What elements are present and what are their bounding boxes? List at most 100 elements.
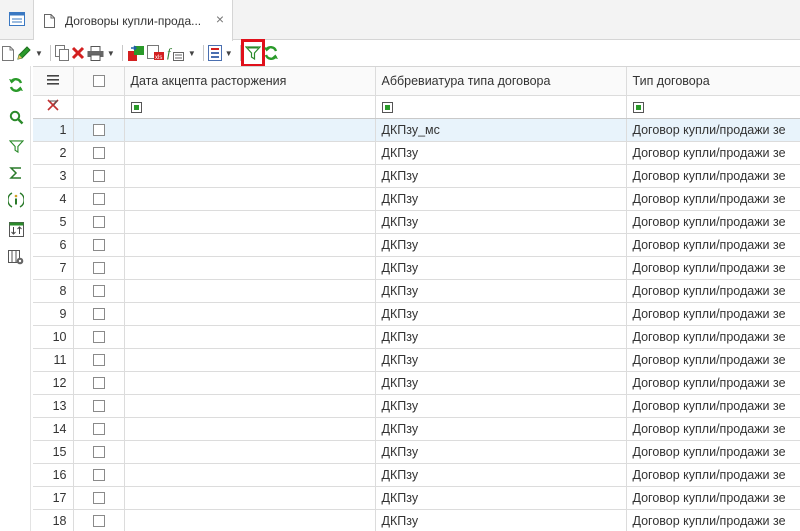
table-row[interactable]: 3 ДКПзу Договор купли/продажи зе xyxy=(33,164,800,188)
row-checkbox[interactable] xyxy=(92,354,105,367)
table-row[interactable]: 1 ДКПзу_мс Договор купли/продажи зе xyxy=(33,118,800,142)
cell-abbr[interactable]: ДКПзу xyxy=(375,210,627,234)
table-row[interactable]: 10 ДКПзу Договор купли/продажи зе xyxy=(33,325,800,349)
cell-abbr[interactable]: ДКПзу xyxy=(375,256,627,280)
table-row[interactable]: 17 ДКПзу Договор купли/продажи зе xyxy=(33,486,800,510)
table-row[interactable]: 18 ДКПзу Договор купли/продажи зе xyxy=(33,509,800,531)
cell-type[interactable]: Договор купли/продажи зе xyxy=(626,302,800,326)
tab-close-icon[interactable]: × xyxy=(216,12,224,26)
row-checkbox[interactable] xyxy=(92,193,105,206)
table-row[interactable]: 11 ДКПзу Договор купли/продажи зе xyxy=(33,348,800,372)
table-row[interactable]: 12 ДКПзу Договор купли/продажи зе xyxy=(33,371,800,395)
column-header-date[interactable]: Дата акцепта расторжения xyxy=(124,67,376,96)
filter-mode-icon[interactable] xyxy=(381,101,393,113)
cell-date[interactable] xyxy=(124,210,376,234)
column-settings-icon[interactable] xyxy=(7,248,25,266)
copy-icon[interactable] xyxy=(54,43,69,63)
refresh-icon[interactable] xyxy=(263,43,279,63)
row-checkbox[interactable] xyxy=(92,170,105,183)
cell-abbr[interactable]: ДКПзу_мс xyxy=(375,118,627,142)
cell-date[interactable] xyxy=(124,440,376,464)
cell-date[interactable] xyxy=(124,233,376,257)
cell-type[interactable]: Договор купли/продажи зе xyxy=(626,141,800,165)
cell-abbr[interactable]: ДКПзу xyxy=(375,509,627,531)
cell-date[interactable] xyxy=(124,279,376,303)
cell-abbr[interactable]: ДКПзу xyxy=(375,302,627,326)
row-checkbox[interactable] xyxy=(92,331,105,344)
row-checkbox[interactable] xyxy=(92,262,105,275)
filter-cell-date[interactable] xyxy=(124,95,376,119)
row-checkbox[interactable] xyxy=(92,400,105,413)
row-checkbox[interactable] xyxy=(92,446,105,459)
table-row[interactable]: 8 ДКПзу Договор купли/продажи зе xyxy=(33,279,800,303)
grid-menu-button[interactable] xyxy=(33,67,74,96)
cell-type[interactable]: Договор купли/продажи зе xyxy=(626,463,800,487)
cell-date[interactable] xyxy=(124,463,376,487)
table-row[interactable]: 5 ДКПзу Договор купли/продажи зе xyxy=(33,210,800,234)
cell-type[interactable]: Договор купли/продажи зе xyxy=(626,486,800,510)
cell-type[interactable]: Договор купли/продажи зе xyxy=(626,210,800,234)
info-icon[interactable] xyxy=(7,191,25,209)
cell-abbr[interactable]: ДКПзу xyxy=(375,141,627,165)
sort-icon[interactable] xyxy=(7,220,25,238)
cell-date[interactable] xyxy=(124,141,376,165)
cell-type[interactable]: Договор купли/продажи зе xyxy=(626,371,800,395)
formula-icon[interactable]: f xyxy=(167,43,185,63)
table-row[interactable]: 2 ДКПзу Договор купли/продажи зе xyxy=(33,141,800,165)
filter-cell-abbr[interactable] xyxy=(375,95,627,119)
table-row[interactable]: 16 ДКПзу Договор купли/продажи зе xyxy=(33,463,800,487)
cell-date[interactable] xyxy=(124,302,376,326)
table-row[interactable]: 14 ДКПзу Договор купли/продажи зе xyxy=(33,417,800,441)
new-document-icon[interactable] xyxy=(2,43,14,63)
row-checkbox[interactable] xyxy=(92,423,105,436)
row-checkbox[interactable] xyxy=(92,492,105,505)
home-button[interactable] xyxy=(0,0,34,40)
clear-filter-button[interactable] xyxy=(33,95,74,119)
table-row[interactable]: 13 ДКПзу Договор купли/продажи зе xyxy=(33,394,800,418)
tab-contracts[interactable]: Договоры купли-прода... × xyxy=(34,0,233,41)
column-header-type[interactable]: Тип договора xyxy=(626,67,800,96)
cell-abbr[interactable]: ДКПзу xyxy=(375,371,627,395)
row-checkbox[interactable] xyxy=(92,308,105,321)
row-checkbox[interactable] xyxy=(92,124,105,137)
cell-date[interactable] xyxy=(124,417,376,441)
cell-type[interactable]: Договор купли/продажи зе xyxy=(626,164,800,188)
cell-type[interactable]: Договор купли/продажи зе xyxy=(626,417,800,441)
cell-abbr[interactable]: ДКПзу xyxy=(375,394,627,418)
filter-mode-icon[interactable] xyxy=(130,101,142,113)
row-checkbox[interactable] xyxy=(92,285,105,298)
cell-abbr[interactable]: ДКПзу xyxy=(375,164,627,188)
table-row[interactable]: 9 ДКПзу Договор купли/продажи зе xyxy=(33,302,800,326)
export-icon[interactable] xyxy=(127,43,145,63)
table-row[interactable]: 7 ДКПзу Договор купли/продажи зе xyxy=(33,256,800,280)
cell-abbr[interactable]: ДКПзу xyxy=(375,348,627,372)
cell-abbr[interactable]: ДКПзу xyxy=(375,440,627,464)
row-checkbox[interactable] xyxy=(92,147,105,160)
cell-type[interactable]: Договор купли/продажи зе xyxy=(626,394,800,418)
cell-abbr[interactable]: ДКПзу xyxy=(375,463,627,487)
search-icon[interactable] xyxy=(7,108,25,126)
delete-icon[interactable] xyxy=(71,43,85,63)
filter-cell-type[interactable] xyxy=(626,95,800,119)
cell-type[interactable]: Договор купли/продажи зе xyxy=(626,509,800,531)
print-dropdown-caret-icon[interactable]: ▼ xyxy=(107,49,115,58)
cell-date[interactable] xyxy=(124,394,376,418)
cell-date[interactable] xyxy=(124,371,376,395)
cell-type[interactable]: Договор купли/продажи зе xyxy=(626,233,800,257)
cell-abbr[interactable]: ДКПзу xyxy=(375,233,627,257)
cell-type[interactable]: Договор купли/продажи зе xyxy=(626,118,800,142)
cell-type[interactable]: Договор купли/продажи зе xyxy=(626,279,800,303)
import-icon[interactable]: xls xyxy=(146,43,165,63)
filter-icon[interactable] xyxy=(7,137,25,155)
refresh-icon[interactable] xyxy=(7,76,25,94)
cell-date[interactable] xyxy=(124,325,376,349)
filter-icon[interactable] xyxy=(240,39,265,67)
formula-dropdown-caret-icon[interactable]: ▼ xyxy=(188,49,196,58)
cell-date[interactable] xyxy=(124,164,376,188)
cell-abbr[interactable]: ДКПзу xyxy=(375,417,627,441)
row-checkbox[interactable] xyxy=(92,377,105,390)
cell-date[interactable] xyxy=(124,486,376,510)
cell-type[interactable]: Договор купли/продажи зе xyxy=(626,187,800,211)
cell-date[interactable] xyxy=(124,509,376,531)
cell-abbr[interactable]: ДКПзу xyxy=(375,486,627,510)
